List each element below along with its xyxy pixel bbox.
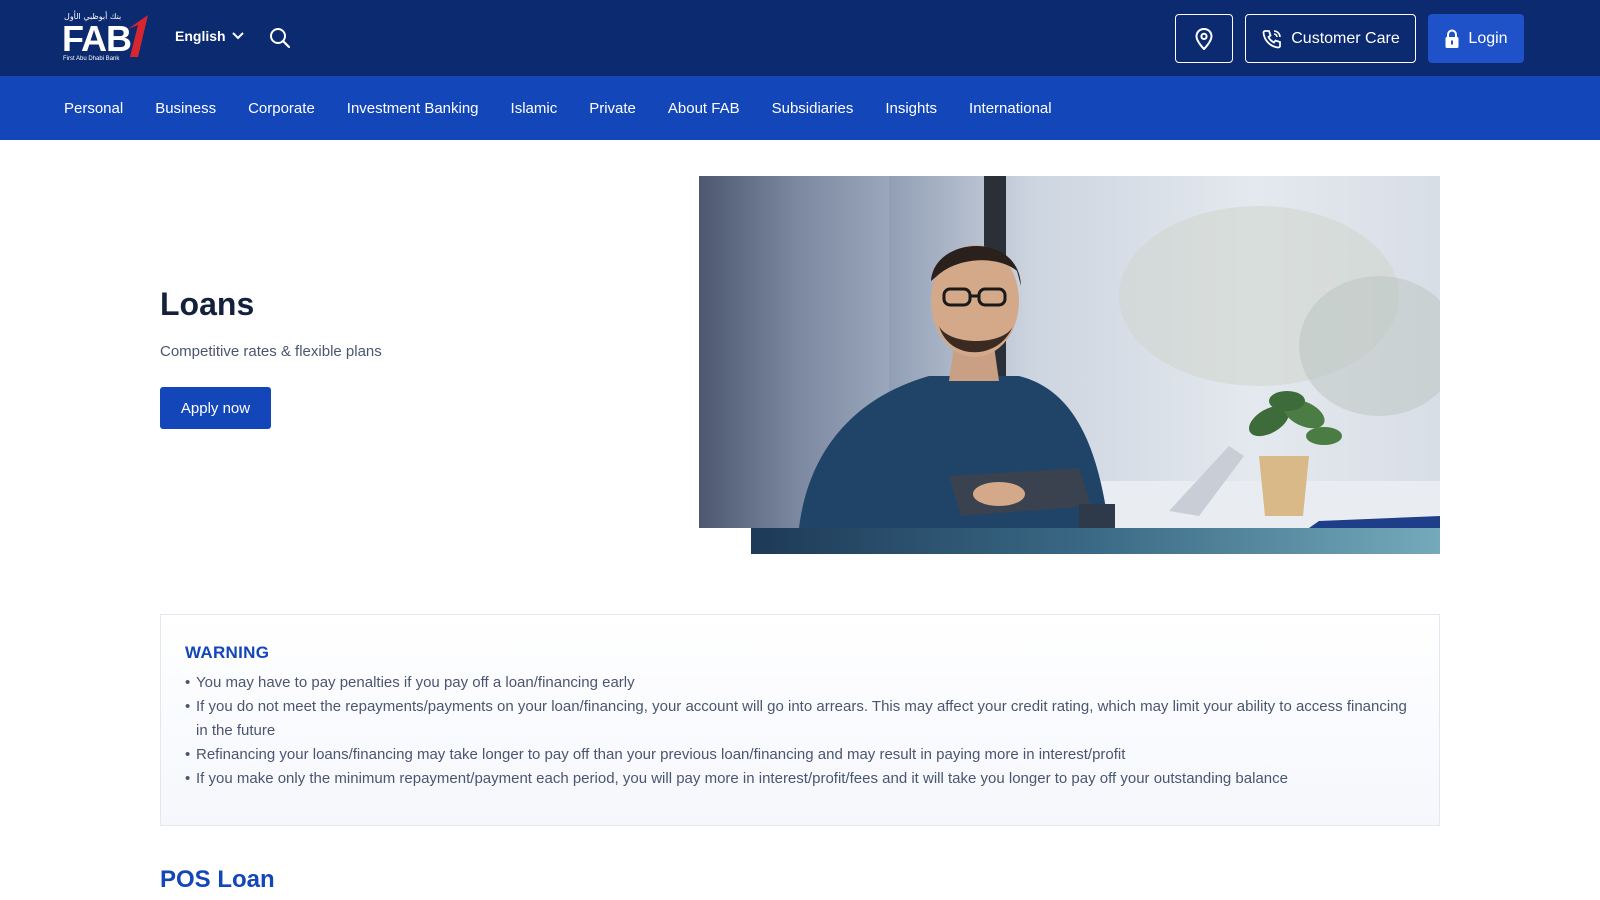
main-nav-list: Personal Business Corporate Investment Bank… (64, 76, 1084, 140)
hero-accent-strip (751, 528, 1440, 554)
page-title: Loans (160, 286, 255, 322)
nav-item-about-fab[interactable]: About FAB (668, 100, 740, 117)
language-selector[interactable]: English (175, 28, 244, 44)
top-header: بنك أبوظبي الأول FAB First Abu Dhabi Ban… (0, 0, 1600, 76)
nav-item-personal[interactable]: Personal (64, 100, 123, 117)
location-pin-icon (1195, 27, 1213, 50)
warning-item: If you do not meet the repayments/paymen… (185, 695, 1415, 743)
main-nav: Personal Business Corporate Investment Bank… (0, 76, 1600, 140)
chevron-down-icon (231, 32, 244, 40)
lock-icon (1445, 28, 1459, 48)
branch-locator-button[interactable] (1175, 14, 1233, 63)
nav-item-international[interactable]: International (969, 100, 1052, 117)
nav-item-investment-banking[interactable]: Investment Banking (347, 100, 479, 117)
login-label: Login (1468, 29, 1508, 47)
nav-item-business[interactable]: Business (155, 100, 216, 117)
logo-subtitle: First Abu Dhabi Bank (63, 56, 120, 62)
page-subtitle: Competitive rates & flexible plans (160, 343, 382, 360)
hero-image (699, 176, 1440, 528)
warning-item: Refinancing your loans/financing may tak… (185, 743, 1415, 767)
nav-item-islamic[interactable]: Islamic (511, 100, 558, 117)
nav-item-insights[interactable]: Insights (885, 100, 937, 117)
fab-logo[interactable]: بنك أبوظبي الأول FAB First Abu Dhabi Ban… (62, 11, 152, 67)
customer-care-button[interactable]: Customer Care (1245, 14, 1416, 63)
warning-title: WARNING (185, 643, 270, 662)
nav-item-corporate[interactable]: Corporate (248, 100, 315, 117)
nav-item-private[interactable]: Private (589, 100, 636, 117)
login-button[interactable]: Login (1428, 14, 1524, 63)
phone-icon (1262, 29, 1282, 48)
apply-now-button[interactable]: Apply now (160, 387, 271, 429)
warning-item: If you make only the minimum repayment/p… (185, 767, 1415, 791)
hero-photo-man-with-tablet (699, 176, 1440, 528)
warning-item: You may have to pay penalties if you pay… (185, 671, 1415, 695)
logo-wordmark: FAB (62, 18, 132, 59)
customer-care-label: Customer Care (1291, 29, 1400, 47)
search-button[interactable] (268, 26, 294, 52)
search-icon (270, 28, 291, 49)
logo-one-mark-icon (128, 15, 148, 57)
language-label: English (175, 28, 226, 44)
warning-list: You may have to pay penalties if you pay… (185, 671, 1415, 791)
pos-loan-heading: POS Loan (160, 866, 275, 893)
warning-box: WARNING You may have to pay penalties if… (160, 614, 1440, 826)
nav-item-subsidiaries[interactable]: Subsidiaries (772, 100, 854, 117)
